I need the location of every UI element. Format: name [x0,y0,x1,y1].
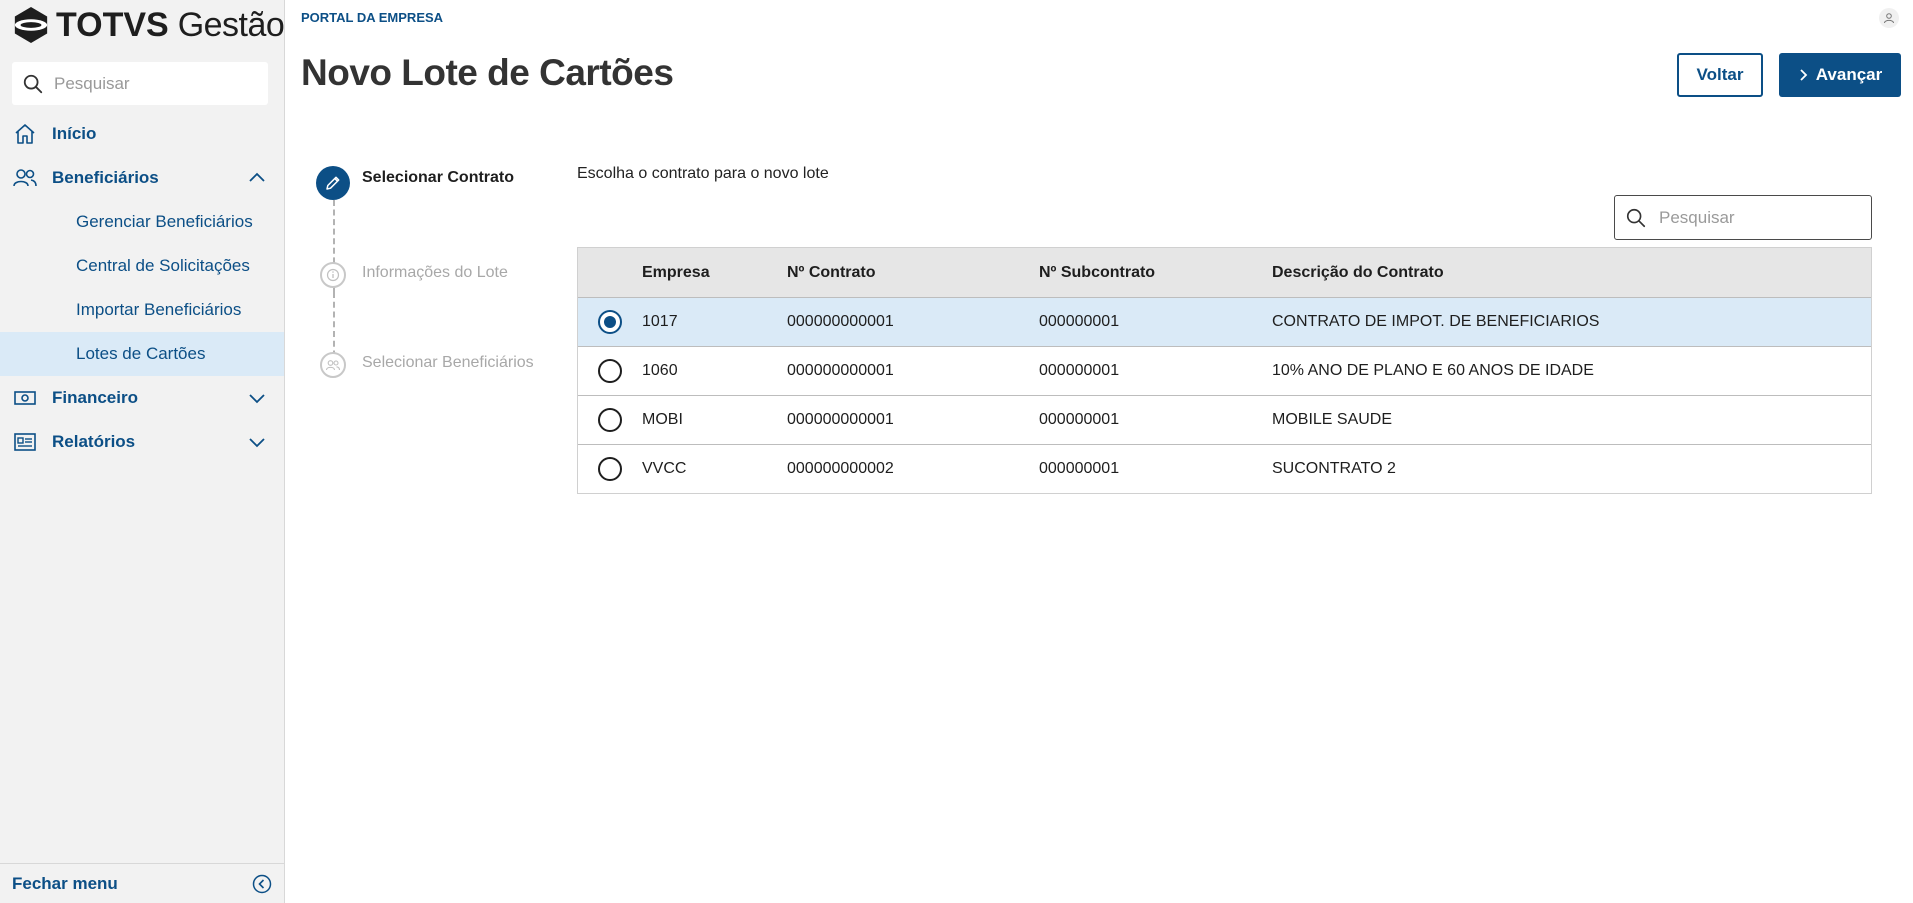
cell-empresa: MOBI [642,411,683,428]
collapse-left-icon [252,874,272,893]
cell-contrato: 000000000001 [787,411,894,428]
column-header-subcontrato[interactable]: Nº Subcontrato [1039,264,1272,282]
sidebar-search [12,62,268,105]
row-radio[interactable] [598,310,622,334]
logo-text: TOTVS Gestão [56,5,285,44]
next-button[interactable]: Avançar [1779,53,1901,97]
sidebar-item-label: Início [52,124,97,143]
sidebar-item-label: Financeiro [52,388,138,407]
report-icon [12,429,38,455]
totvs-logo[interactable]: TOTVS Gestão [12,4,285,46]
sidebar-item-label: Beneficiários [52,168,159,187]
chevron-up-icon [249,172,265,182]
cell-contrato: 000000000001 [787,362,894,379]
step-label: Informações do Lote [362,264,508,281]
step-label: Selecionar Contrato [362,169,515,186]
cell-descricao: MOBILE SAUDE [1272,411,1393,428]
row-radio[interactable] [598,408,622,432]
table-row[interactable]: 1060 000000000001 000000001 10% ANO DE P… [578,346,1871,395]
sidebar-item-beneficiarios[interactable]: Beneficiários [0,156,284,200]
money-icon [12,385,38,411]
users-icon [12,165,38,191]
pencil-icon [316,166,350,200]
table-row[interactable]: VVCC 000000000002 000000001 SUCONTRATO 2 [578,444,1871,493]
sidebar-nav: Início Beneficiários Gerenciar Beneficiá… [0,112,284,464]
cell-descricao: CONTRATO DE IMPOT. DE BENEFICIARIOS [1272,313,1600,330]
step-selecionar-contrato[interactable]: Selecionar Contrato [316,166,514,200]
close-menu-button[interactable]: Fechar menu [0,863,284,903]
step-informacoes-lote[interactable]: Informações do Lote [316,258,508,288]
search-icon [23,74,43,93]
close-menu-label: Fechar menu [12,873,118,893]
user-icon[interactable] [1879,8,1899,28]
chevron-right-icon [1800,69,1808,81]
column-header-contrato[interactable]: Nº Contrato [787,264,1039,282]
table-row[interactable]: 1017 000000000001 000000001 CONTRATO DE … [578,297,1871,346]
sidebar-item-relatorios[interactable]: Relatórios [0,420,284,464]
sidebar-subitem-central-solicitacoes[interactable]: Central de Solicitações [0,244,284,288]
totvs-logo-icon [14,6,48,44]
cell-empresa: 1060 [642,362,678,379]
breadcrumb[interactable]: PORTAL DA EMPRESA [301,10,443,25]
row-radio[interactable] [598,359,622,383]
chevron-down-icon [249,394,265,404]
stepper: Selecionar Contrato Informações do Lote … [316,166,546,378]
table-search-input[interactable] [1659,207,1859,228]
step-label: Selecionar Beneficiários [362,354,534,371]
table-row[interactable]: MOBI 000000000001 000000001 MOBILE SAUDE [578,395,1871,444]
cell-subcontrato: 000000001 [1039,362,1120,379]
sidebar-item-label: Relatórios [52,432,136,451]
sidebar-subitem-lotes-cartoes[interactable]: Lotes de Cartões [0,332,284,376]
sidebar-item-inicio[interactable]: Início [0,112,284,156]
table-header: Empresa Nº Contrato Nº Subcontrato Descr… [578,248,1871,297]
cell-contrato: 000000000002 [787,460,894,477]
back-button[interactable]: Voltar [1677,53,1763,97]
cell-empresa: VVCC [642,460,687,477]
cell-empresa: 1017 [642,313,678,330]
sidebar-search-input[interactable] [54,73,254,94]
table-search [1614,195,1872,240]
step-selecionar-beneficiarios[interactable]: Selecionar Beneficiários [316,348,534,378]
next-button-label: Avançar [1815,65,1883,84]
column-header-descricao[interactable]: Descrição do Contrato [1272,264,1871,282]
search-icon [1626,208,1646,227]
sidebar-subitem-gerenciar-beneficiarios[interactable]: Gerenciar Beneficiários [0,200,284,244]
cell-descricao: SUCONTRATO 2 [1272,460,1396,477]
info-icon [320,262,346,288]
instruction-text: Escolha o contrato para o novo lote [577,165,829,182]
page-title: Novo Lote de Cartões [301,52,674,93]
sidebar: TOTVS Gestão Início Beneficiários Gerenc… [0,0,285,903]
chevron-down-icon [249,438,265,448]
sidebar-subitem-importar-beneficiarios[interactable]: Importar Beneficiários [0,288,284,332]
contracts-table: Empresa Nº Contrato Nº Subcontrato Descr… [577,247,1872,494]
home-icon [12,121,38,147]
column-header-empresa[interactable]: Empresa [642,264,787,282]
cell-subcontrato: 000000001 [1039,460,1120,477]
cell-descricao: 10% ANO DE PLANO E 60 ANOS DE IDADE [1272,362,1594,379]
row-radio[interactable] [598,457,622,481]
users-icon [320,352,346,378]
cell-contrato: 000000000001 [787,313,894,330]
cell-subcontrato: 000000001 [1039,313,1120,330]
sidebar-item-financeiro[interactable]: Financeiro [0,376,284,420]
cell-subcontrato: 000000001 [1039,411,1120,428]
